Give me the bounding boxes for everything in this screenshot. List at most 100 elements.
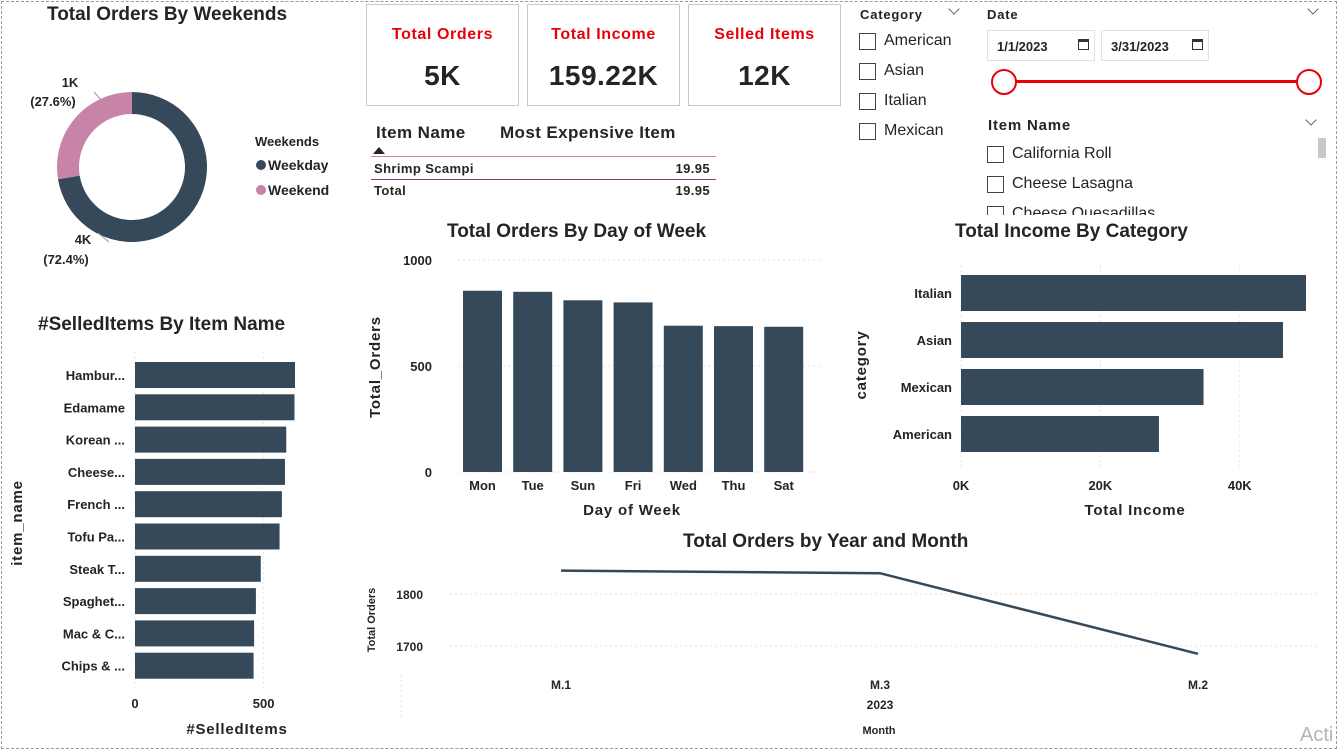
day-of-week-chart: 0 500 1000 Mon Tue Sun Fri Wed Thu Sat Day of Week… [367, 253, 822, 519]
bar-italian[interactable] [961, 275, 1306, 311]
bar-mon[interactable] [463, 290, 502, 472]
category-option-italian[interactable]: Italian [884, 92, 927, 110]
calendar-icon[interactable] [1078, 39, 1089, 50]
y-tick-label: French ... [67, 497, 125, 512]
orders-by-month-chart: 1800 1700 M.1 M.3 M.2 2023 Month Total Orders [366, 569, 1320, 737]
y-tick-label: Steak T... [69, 562, 125, 577]
bar-sun[interactable] [563, 300, 603, 472]
legend-weekday-label[interactable]: Weekday [268, 157, 329, 173]
bar-american[interactable] [961, 416, 1159, 452]
x-tick-label: Fri [625, 478, 642, 493]
date-end-value: 3/31/2023 [1111, 39, 1169, 54]
item-bar[interactable] [135, 523, 280, 550]
day-chart-title: Total Orders By Day of Week [447, 221, 707, 242]
x-axis-title: #SelledItems [186, 721, 287, 738]
item-bar[interactable] [135, 588, 256, 615]
card-total-orders-value: 5K [424, 60, 461, 91]
item-bar[interactable] [135, 362, 295, 388]
bar-fri[interactable] [613, 302, 653, 472]
y-tick-label: Cheese... [68, 465, 125, 480]
date-start-input[interactable]: 1/1/2023 [987, 30, 1095, 61]
y-tick-label: Spaghet... [63, 594, 125, 609]
x-year-label: 2023 [867, 698, 894, 712]
table-row-name: Shrimp Scampi [374, 161, 474, 176]
item-option-cheese-quesadillas[interactable]: Cheese Quesadillas [1012, 205, 1155, 215]
card-total-orders[interactable]: Total Orders 5K [366, 4, 519, 106]
donut-ring[interactable] [56, 91, 207, 242]
bar-thu[interactable] [714, 326, 753, 472]
bar-sat[interactable] [764, 326, 804, 472]
category-chart-title: Total Income By Category [955, 221, 1188, 242]
table-col-item-name[interactable]: Item Name [376, 123, 466, 143]
legend-weekend-marker [256, 185, 266, 195]
date-range-track[interactable] [1004, 80, 1309, 83]
category-option-mexican[interactable]: Mexican [884, 122, 944, 140]
card-total-income[interactable]: Total Income 159.22K [527, 4, 680, 106]
table-total-label: Total [374, 183, 407, 198]
item-bar[interactable] [135, 555, 261, 582]
donut-legend-title: Weekends [255, 134, 319, 149]
y-tick-label: 500 [410, 359, 432, 374]
bar-mexican[interactable] [961, 369, 1204, 405]
item-slicer-scrollbar[interactable] [1318, 138, 1326, 158]
donut-title: Total Orders By Weekends [47, 4, 288, 25]
x-tick-label: Wed [670, 478, 697, 493]
bar-asian[interactable] [961, 322, 1283, 358]
table-row-value: 19.95 [675, 161, 710, 176]
x-tick-label: Sat [774, 478, 795, 493]
item-option-cheese-lasagna[interactable]: Cheese Lasagna [1012, 175, 1133, 193]
x-tick-label: 40K [1228, 478, 1252, 493]
y-tick-label: Edamame [64, 400, 125, 415]
item-bar[interactable] [135, 458, 285, 485]
weekend-leader-line [93, 91, 102, 101]
x-tick-label: Mon [469, 478, 496, 493]
date-slicer-title: Date [987, 7, 1019, 22]
card-total-orders-label: Total Orders [391, 26, 494, 43]
table-header-divider [371, 156, 716, 157]
y-tick-label: Mac & C... [63, 626, 125, 641]
item-checkbox-cheese-lasagna[interactable] [987, 176, 1004, 193]
date-end-input[interactable]: 3/31/2023 [1101, 30, 1209, 61]
bar-tue[interactable] [513, 291, 553, 472]
selled-items-chart: 0 500 Hambur... Edamame Korean ... Cheese... F… [9, 352, 295, 738]
watermark-text: Acti [1300, 724, 1334, 746]
sort-ascending-icon[interactable] [372, 146, 386, 155]
weekend-pct-label: (27.6%) [30, 94, 76, 109]
item-bar[interactable] [135, 620, 255, 647]
table-col-most-expensive[interactable]: Most Expensive Item [500, 123, 676, 143]
legend-weekend-label[interactable]: Weekend [268, 182, 329, 198]
item-bar[interactable] [135, 394, 295, 421]
calendar-icon[interactable] [1192, 39, 1203, 50]
item-checkbox-california-roll[interactable] [987, 146, 1004, 163]
weekday-pct-label: (72.4%) [43, 252, 89, 267]
x-tick-label: M.2 [1188, 678, 1208, 692]
weekend-value-label: 1K [62, 75, 79, 90]
item-bar[interactable] [135, 426, 287, 453]
category-slicer-title: Category [860, 7, 923, 22]
x-tick-label: 0 [131, 696, 138, 711]
donut-chart: 1K (27.6%) 4K (72.4%) Weekends Weekday W… [30, 75, 329, 267]
x-tick-label: 0K [953, 478, 970, 493]
category-checkbox-american[interactable] [859, 33, 876, 50]
y-axis-title: category [853, 331, 870, 400]
date-range-start-handle[interactable] [991, 69, 1017, 95]
card-selled-items[interactable]: Selled Items 12K [688, 4, 841, 106]
y-tick-label: Korean ... [66, 433, 125, 448]
item-bar[interactable] [135, 652, 254, 679]
item-checkbox-cheese-quesadillas[interactable] [987, 206, 1004, 215]
table-total-divider [371, 179, 716, 180]
category-checkbox-mexican[interactable] [859, 123, 876, 140]
category-option-american[interactable]: American [884, 32, 952, 50]
card-selled-items-label: Selled Items [714, 26, 815, 43]
date-range-end-handle[interactable] [1296, 69, 1322, 95]
bar-wed[interactable] [663, 325, 703, 472]
category-option-asian[interactable]: Asian [884, 62, 924, 80]
card-total-income-value: 159.22K [548, 60, 659, 91]
category-checkbox-italian[interactable] [859, 93, 876, 110]
month-chart-title: Total Orders by Year and Month [683, 531, 969, 552]
y-tick-label: American [893, 427, 952, 442]
category-checkbox-asian[interactable] [859, 63, 876, 80]
item-bar[interactable] [135, 491, 282, 518]
item-option-california-roll[interactable]: California Roll [1012, 145, 1112, 163]
x-tick-label: Thu [722, 478, 746, 493]
